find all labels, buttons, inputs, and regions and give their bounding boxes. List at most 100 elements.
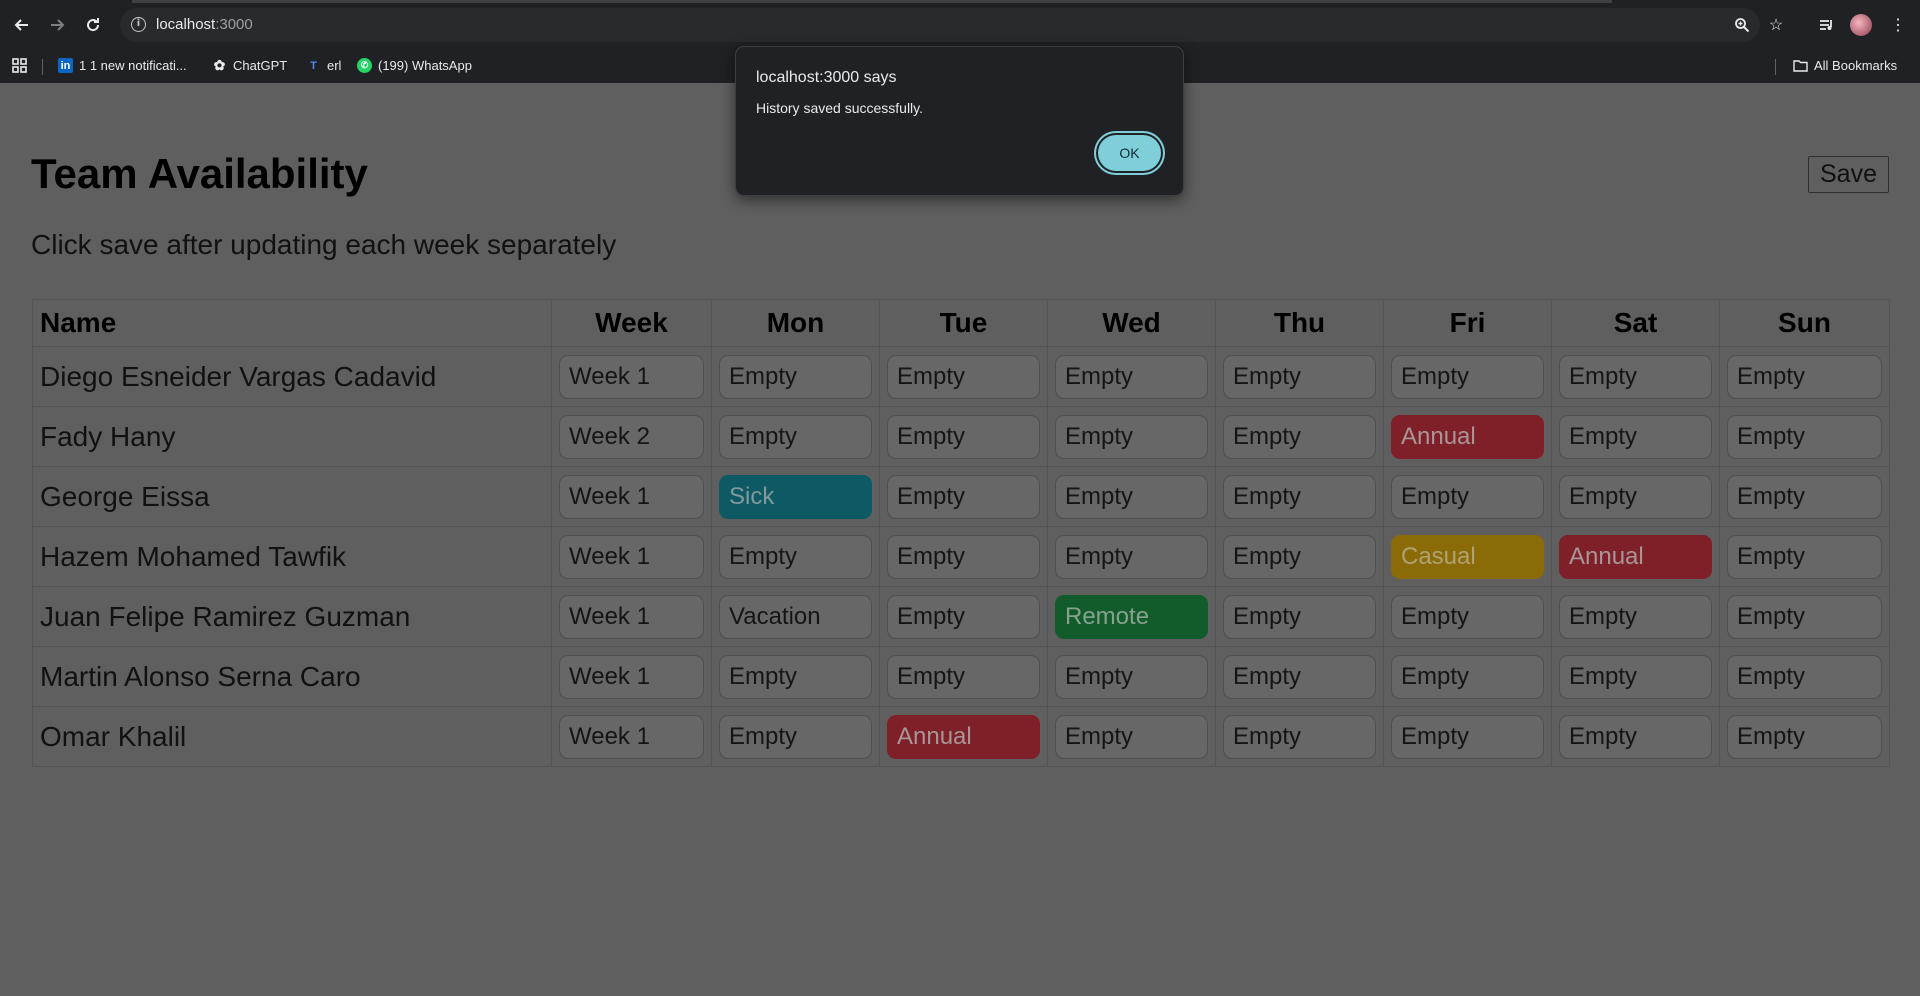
bookmark-chatgpt[interactable]: ✿ ChatGPT: [212, 57, 288, 73]
status-select-sat[interactable]: Empty: [1559, 414, 1712, 459]
status-select-sat[interactable]: Empty: [1559, 474, 1712, 519]
day-cell-wed: Empty: [1047, 466, 1216, 527]
site-info-icon[interactable]: i: [131, 17, 146, 32]
week-select[interactable]: Week 1: [559, 654, 704, 699]
all-bookmarks-button[interactable]: All Bookmarks: [1793, 58, 1897, 73]
status-select-wed[interactable]: Empty: [1055, 354, 1208, 399]
back-icon[interactable]: [10, 13, 34, 37]
media-control-icon[interactable]: [1814, 13, 1838, 37]
bookmark-erl[interactable]: T erl: [306, 58, 341, 73]
week-select[interactable]: Week 2: [559, 414, 704, 459]
week-select[interactable]: Week 1: [559, 534, 704, 579]
day-cell-thu: Empty: [1215, 586, 1384, 647]
status-select-sun[interactable]: Empty: [1727, 654, 1882, 699]
day-cell-mon: Empty: [711, 346, 880, 407]
week-cell: Week 2: [551, 406, 712, 467]
status-select-sun[interactable]: Empty: [1727, 414, 1882, 459]
day-cell-wed: Empty: [1047, 406, 1216, 467]
table-row: Martin Alonso Serna Caro Week 1 Empty Empty…: [32, 646, 1890, 707]
zoom-icon[interactable]: [1730, 13, 1754, 37]
status-select-fri[interactable]: Empty: [1391, 354, 1544, 399]
status-select-sat[interactable]: Annual: [1559, 534, 1712, 579]
status-select-fri[interactable]: Casual: [1391, 534, 1544, 579]
menu-kebab-icon[interactable]: ⋮: [1886, 13, 1910, 37]
alert-dialog: localhost:3000 says History saved succes…: [735, 46, 1184, 196]
status-select-thu[interactable]: Empty: [1223, 714, 1376, 759]
status-select-thu[interactable]: Empty: [1223, 474, 1376, 519]
status-select-sun[interactable]: Empty: [1727, 534, 1882, 579]
status-select-wed[interactable]: Empty: [1055, 534, 1208, 579]
bookmark-label: 1 1 new notificati...: [79, 58, 187, 73]
status-select-mon[interactable]: Empty: [719, 714, 872, 759]
day-cell-wed: Empty: [1047, 646, 1216, 707]
tab-strip-line: [132, 0, 1612, 3]
forward-icon[interactable]: [45, 13, 69, 37]
apps-grid-icon[interactable]: [12, 58, 27, 73]
status-select-mon[interactable]: Empty: [719, 654, 872, 699]
status-select-wed[interactable]: Empty: [1055, 654, 1208, 699]
status-select-sat[interactable]: Empty: [1559, 714, 1712, 759]
bookmark-whatsapp[interactable]: ✆ (199) WhatsApp: [357, 58, 472, 73]
address-bar[interactable]: i localhost:3000: [120, 8, 1760, 42]
status-select-thu[interactable]: Empty: [1223, 414, 1376, 459]
status-select-fri[interactable]: Empty: [1391, 594, 1544, 639]
status-select-mon[interactable]: Empty: [719, 354, 872, 399]
member-name: George Eissa: [32, 466, 552, 527]
status-select-tue[interactable]: Empty: [887, 474, 1040, 519]
day-cell-wed: Remote: [1047, 586, 1216, 647]
ok-button[interactable]: OK: [1098, 135, 1161, 171]
status-select-sat[interactable]: Empty: [1559, 654, 1712, 699]
member-name: Hazem Mohamed Tawfik: [32, 526, 552, 587]
bookmark-linkedin[interactable]: in 1 1 new notificati...: [58, 58, 187, 73]
week-select[interactable]: Week 1: [559, 714, 704, 759]
day-cell-mon: Vacation: [711, 586, 880, 647]
week-select[interactable]: Week 1: [559, 354, 704, 399]
bookmark-star-icon[interactable]: ☆: [1764, 13, 1788, 37]
status-select-tue[interactable]: Empty: [887, 654, 1040, 699]
status-select-mon[interactable]: Sick: [719, 474, 872, 519]
status-select-tue[interactable]: Empty: [887, 594, 1040, 639]
day-cell-fri: Annual: [1383, 406, 1552, 467]
status-select-sun[interactable]: Empty: [1727, 474, 1882, 519]
member-name: Diego Esneider Vargas Cadavid: [32, 346, 552, 407]
status-select-tue[interactable]: Empty: [887, 354, 1040, 399]
status-select-wed[interactable]: Empty: [1055, 714, 1208, 759]
whatsapp-icon: ✆: [357, 58, 372, 73]
all-bookmarks-label: All Bookmarks: [1814, 58, 1898, 73]
status-select-sun[interactable]: Empty: [1727, 354, 1882, 399]
profile-avatar[interactable]: [1850, 14, 1872, 36]
week-select[interactable]: Week 1: [559, 594, 704, 639]
status-select-fri[interactable]: Empty: [1391, 654, 1544, 699]
status-select-thu[interactable]: Empty: [1223, 594, 1376, 639]
status-select-wed[interactable]: Empty: [1055, 474, 1208, 519]
url-text[interactable]: localhost:3000: [156, 16, 253, 33]
page-title: Team Availability: [31, 150, 368, 197]
status-select-wed[interactable]: Remote: [1055, 594, 1208, 639]
day-cell-wed: Empty: [1047, 346, 1216, 407]
page-content: Team Availability Save Click save after …: [0, 83, 1920, 996]
save-button[interactable]: Save: [1808, 156, 1889, 193]
status-select-fri[interactable]: Empty: [1391, 474, 1544, 519]
status-select-tue[interactable]: Annual: [887, 714, 1040, 759]
status-select-mon[interactable]: Vacation: [719, 594, 872, 639]
status-select-wed[interactable]: Empty: [1055, 414, 1208, 459]
dialog-title: localhost:3000 says: [756, 69, 897, 86]
status-select-thu[interactable]: Empty: [1223, 654, 1376, 699]
week-select[interactable]: Week 1: [559, 474, 704, 519]
availability-table: Name Week Mon Tue Wed Thu Fri Sat Sun Di…: [32, 299, 1890, 767]
status-select-fri[interactable]: Empty: [1391, 714, 1544, 759]
status-select-mon[interactable]: Empty: [719, 414, 872, 459]
status-select-sat[interactable]: Empty: [1559, 354, 1712, 399]
status-select-thu[interactable]: Empty: [1223, 354, 1376, 399]
reload-icon[interactable]: [81, 13, 105, 37]
status-select-sun[interactable]: Empty: [1727, 714, 1882, 759]
status-select-thu[interactable]: Empty: [1223, 534, 1376, 579]
status-select-tue[interactable]: Empty: [887, 534, 1040, 579]
status-select-sun[interactable]: Empty: [1727, 594, 1882, 639]
status-select-sat[interactable]: Empty: [1559, 594, 1712, 639]
status-select-tue[interactable]: Empty: [887, 414, 1040, 459]
status-select-mon[interactable]: Empty: [719, 534, 872, 579]
day-cell-sun: Empty: [1719, 526, 1890, 587]
status-select-fri[interactable]: Annual: [1391, 414, 1544, 459]
page-subtitle: Click save after updating each week sepa…: [31, 229, 617, 260]
